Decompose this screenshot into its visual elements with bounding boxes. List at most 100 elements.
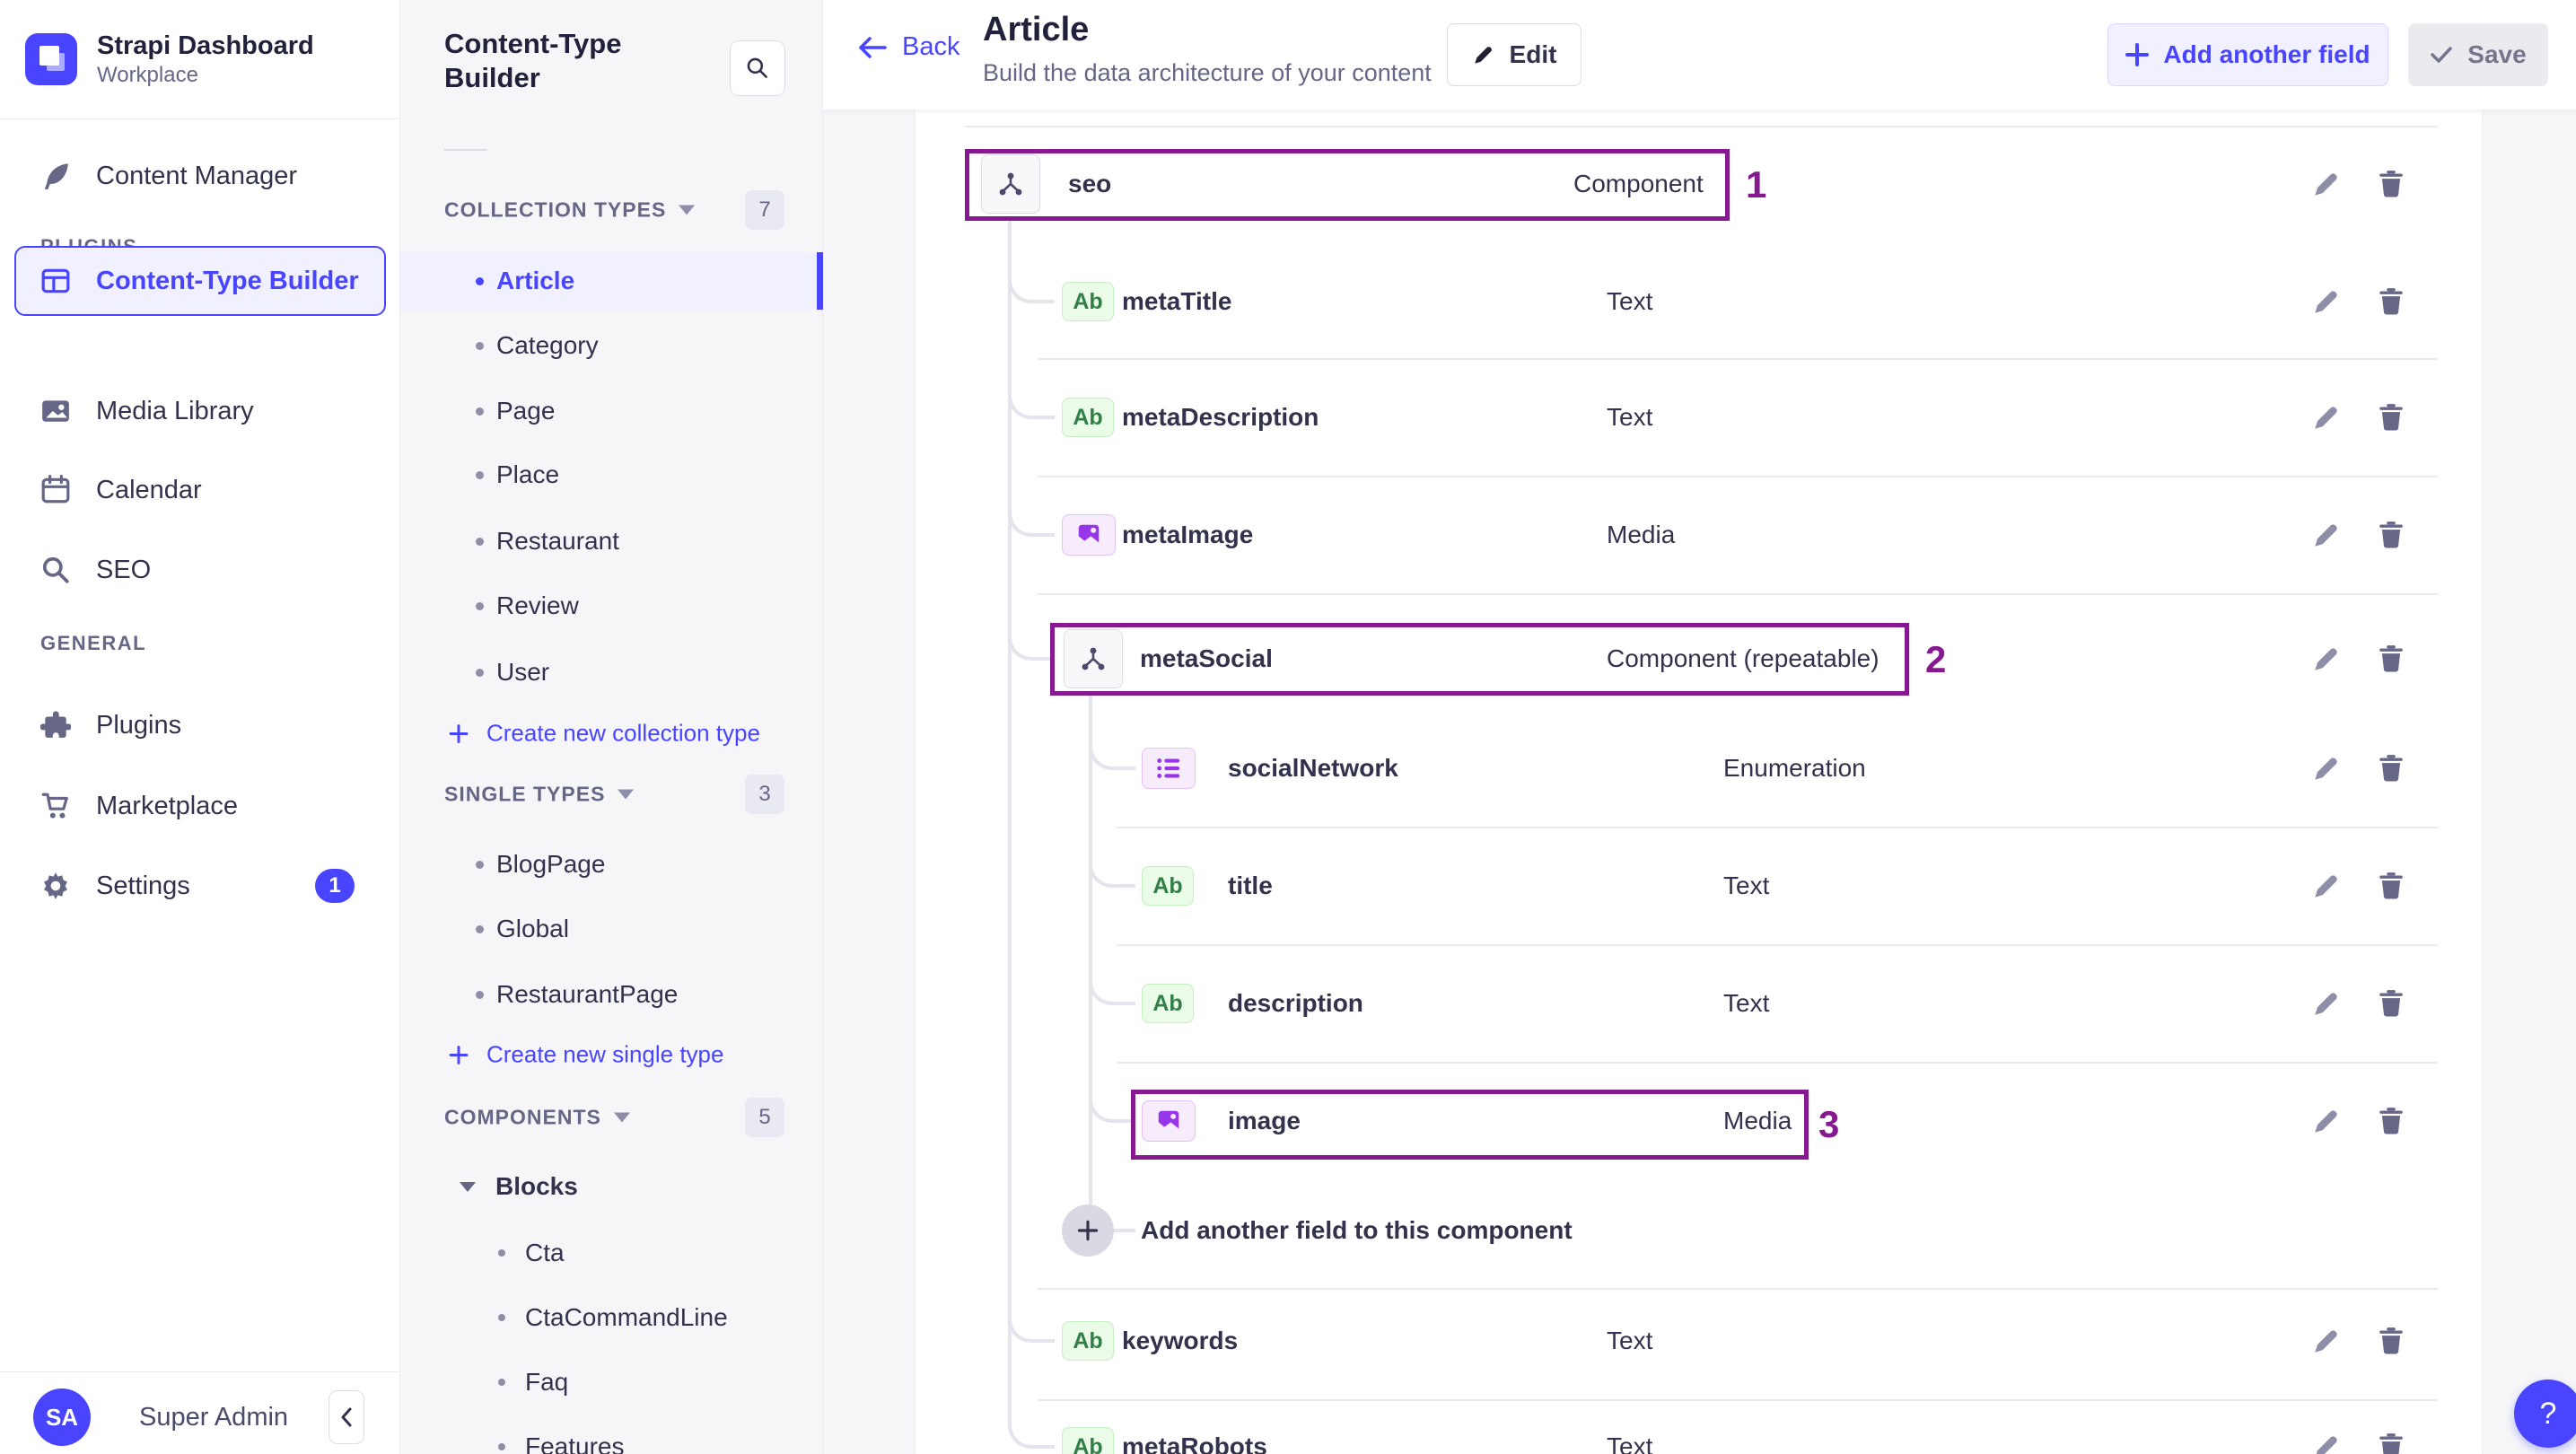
- sidebar-item-restaurant[interactable]: Restaurant: [400, 512, 823, 570]
- bullet-icon: [476, 668, 484, 677]
- page-subtitle: Build the data architecture of your cont…: [983, 59, 1432, 86]
- edit-field-button[interactable]: [2309, 1103, 2344, 1139]
- add-field-to-component-button[interactable]: Add another field to this component: [1062, 1204, 1573, 1257]
- delete-field-button[interactable]: [2373, 1103, 2409, 1139]
- save-button[interactable]: Save: [2408, 23, 2548, 86]
- nav-item-label: Marketplace: [96, 791, 238, 820]
- nav-item-settings[interactable]: Settings 1: [0, 851, 399, 921]
- nav-item-label: Media Library: [96, 396, 254, 425]
- plus-icon: [2125, 43, 2150, 66]
- tree-branch: [1008, 374, 1055, 419]
- delete-field-button[interactable]: [2373, 985, 2409, 1021]
- delete-field-button[interactable]: [2373, 750, 2409, 786]
- sidebar-item-label: Review: [496, 591, 579, 619]
- delete-field-button[interactable]: [2373, 641, 2409, 677]
- user-name: Super Admin: [139, 1403, 289, 1432]
- nav-item-media-library[interactable]: Media Library: [0, 376, 399, 446]
- nav-item-content-manager[interactable]: Content Manager: [0, 141, 399, 211]
- back-label: Back: [902, 32, 960, 61]
- edit-field-button[interactable]: [2309, 1323, 2344, 1359]
- delete-field-button[interactable]: [2373, 868, 2409, 904]
- field-name: description: [1228, 989, 1363, 1017]
- sidebar-item-review[interactable]: Review: [400, 577, 823, 635]
- sidebar-item-article[interactable]: Article: [400, 252, 823, 310]
- help-button[interactable]: ?: [2514, 1380, 2576, 1448]
- delete-field-button[interactable]: [2373, 284, 2409, 320]
- sidebar-item-label: Category: [496, 331, 599, 359]
- delete-field-button[interactable]: [2373, 1429, 2409, 1454]
- edit-field-button[interactable]: [2309, 1429, 2344, 1454]
- trash-icon: [2379, 1327, 2403, 1354]
- sidebar-item-blogpage[interactable]: BlogPage: [400, 836, 823, 893]
- edit-field-button[interactable]: [2309, 868, 2344, 904]
- create-new-link[interactable]: Create new single type: [447, 1041, 723, 1069]
- field-type: Enumeration: [1723, 754, 1866, 782]
- edit-field-button[interactable]: [2309, 517, 2344, 553]
- group-header-collection-types[interactable]: COLLECTION TYPES: [444, 198, 696, 223]
- sidebar-item-restaurantpage[interactable]: RestaurantPage: [400, 966, 823, 1023]
- add-another-field-button[interactable]: Add another field: [2107, 23, 2388, 86]
- nav-item-content-type-builder[interactable]: Content-Type Builder: [14, 246, 386, 316]
- nav-item-label: Calendar: [96, 475, 202, 504]
- create-new-link[interactable]: Create new collection type: [447, 720, 760, 748]
- sidebar-item-label: Faq: [525, 1368, 569, 1396]
- text-field-icon: Ab: [1062, 398, 1114, 437]
- content-manager-icon: [44, 163, 68, 189]
- row-separator: [1117, 944, 2438, 946]
- app-title: Strapi Dashboard: [97, 31, 314, 60]
- edit-field-button[interactable]: [2309, 284, 2344, 320]
- sidebar-item-page[interactable]: Page: [400, 382, 823, 440]
- group-header-components[interactable]: COMPONENTS: [444, 1106, 630, 1130]
- strapi-logo-icon: [25, 33, 77, 85]
- edit-field-button[interactable]: [2309, 750, 2344, 786]
- field-type: Text: [1607, 1327, 1653, 1354]
- search-button[interactable]: [730, 40, 785, 96]
- delete-field-button[interactable]: [2373, 517, 2409, 553]
- edit-field-button[interactable]: [2309, 399, 2344, 435]
- trash-icon: [2379, 288, 2403, 315]
- media-chip-icon: [1078, 524, 1100, 543]
- sidebar-item-label: CtaCommandLine: [525, 1303, 728, 1331]
- sidebar-item-place[interactable]: Place: [400, 446, 823, 504]
- brand: Strapi Dashboard Workplace: [0, 0, 399, 119]
- field-name: metaRobots: [1122, 1432, 1267, 1454]
- page-title: Article: [983, 11, 1090, 48]
- plus-icon: [449, 1045, 469, 1064]
- divider: [444, 149, 487, 151]
- pencil-icon: [2315, 407, 2337, 429]
- nav-item-label: Content-Type Builder: [96, 266, 359, 295]
- text-field-icon: Ab: [1142, 866, 1194, 906]
- nav-item-plugins[interactable]: Plugins: [0, 690, 399, 760]
- nav-item-marketplace[interactable]: Marketplace: [0, 771, 399, 841]
- nav-item-calendar[interactable]: Calendar: [0, 455, 399, 525]
- field-name: metaSocial: [1140, 644, 1273, 672]
- nav-item-seo[interactable]: SEO: [0, 535, 399, 605]
- trash-icon: [2379, 171, 2403, 197]
- content-type-builder-sidebar: Content-Type Builder COLLECTION TYPES 7 A…: [400, 0, 823, 1454]
- bullet-icon: [476, 276, 484, 285]
- group-header-single-types[interactable]: SINGLE TYPES: [444, 783, 635, 807]
- sidebar-item-user[interactable]: User: [400, 644, 823, 701]
- chevron-down-icon: [618, 789, 635, 800]
- edit-button[interactable]: Edit: [1447, 23, 1582, 86]
- sidebar-item-label: Place: [496, 460, 560, 488]
- field-type: Text: [1723, 872, 1770, 899]
- delete-field-button[interactable]: [2373, 166, 2409, 202]
- edit-field-button[interactable]: [2309, 985, 2344, 1021]
- sidebar-item-category[interactable]: Category: [400, 317, 823, 374]
- collapse-sidebar-button[interactable]: [329, 1390, 364, 1444]
- sidebar-item-global[interactable]: Global: [400, 900, 823, 958]
- component-field-icon: [1064, 629, 1123, 688]
- bullet-icon: [476, 470, 484, 479]
- edit-field-button[interactable]: [2309, 641, 2344, 677]
- edit-field-button[interactable]: [2309, 166, 2344, 202]
- delete-field-button[interactable]: [2373, 399, 2409, 435]
- tree-branch: [1008, 258, 1055, 303]
- text-field-icon: Ab: [1062, 282, 1114, 321]
- pencil-icon: [2315, 1110, 2337, 1133]
- back-link[interactable]: Back: [857, 32, 959, 62]
- component-category-blocks[interactable]: Blocks: [460, 1172, 578, 1201]
- field-name: title: [1228, 872, 1273, 899]
- delete-field-button[interactable]: [2373, 1323, 2409, 1359]
- avatar[interactable]: SA: [33, 1388, 91, 1446]
